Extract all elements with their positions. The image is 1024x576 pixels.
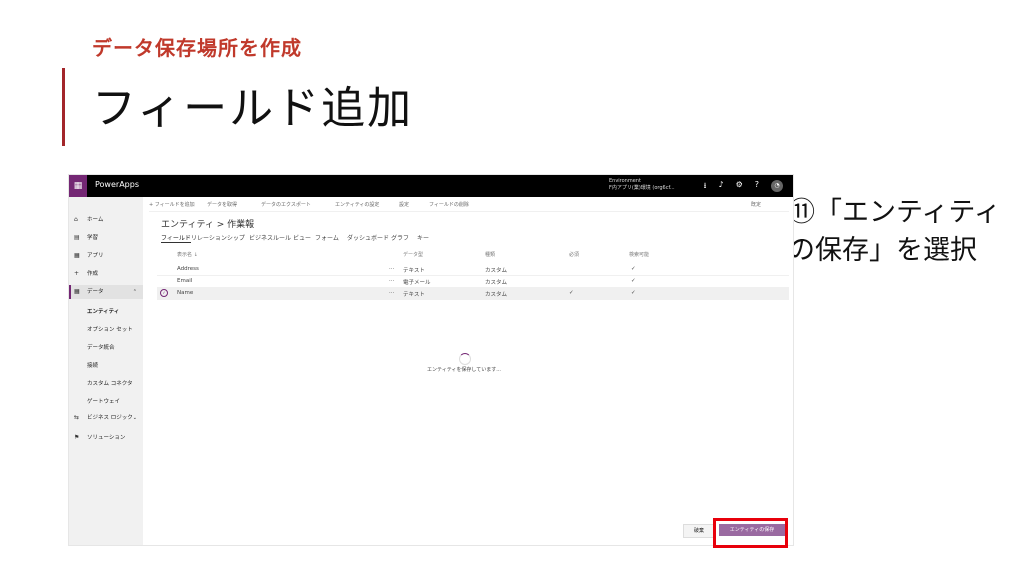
more-icon[interactable]: ⋯ — [389, 290, 395, 296]
field-required: ✓ — [569, 290, 574, 296]
sidebar-item-home[interactable]: ⌂ ホーム — [69, 213, 143, 227]
view-selector[interactable]: 既定 — [751, 201, 761, 208]
column-header-searchable[interactable]: 検索可能 — [629, 251, 649, 258]
tab-views[interactable]: ビュー — [293, 233, 311, 242]
field-searchable: ✓ — [631, 278, 636, 284]
breadcrumb[interactable]: エンティティ > 作業報 — [161, 217, 254, 230]
tab-forms[interactable]: フォーム — [315, 233, 339, 242]
help-icon[interactable]: ? — [755, 180, 759, 194]
sidebar-sub-custom-connectors[interactable]: カスタム コネクタ — [87, 379, 133, 387]
bell-icon[interactable]: ♪ — [718, 180, 723, 194]
sidebar-sub-gateways[interactable]: ゲートウェイ — [87, 397, 120, 405]
app-name: PowerApps — [95, 180, 139, 189]
sidebar-item-solutions[interactable]: ⚑ ソリューション — [69, 431, 143, 445]
powerapps-screenshot: ▦ PowerApps Environment F内アプリ(業)環境 (org6… — [68, 174, 794, 546]
column-header-type[interactable]: 種類 — [485, 251, 495, 258]
slide-subtitle: データ保存場所を作成 — [92, 36, 302, 60]
export-data-button[interactable]: データのエクスポート — [261, 201, 311, 208]
tab-keys[interactable]: キー — [417, 233, 429, 242]
tab-business-rules[interactable]: ビジネスルール — [249, 233, 291, 242]
entity-settings-button[interactable]: エンティティの設定 — [335, 201, 379, 208]
chevron-down-icon: ⌄ — [132, 415, 137, 421]
column-header-data-type[interactable]: データ型 — [403, 251, 423, 258]
loading-spinner-icon — [459, 353, 471, 365]
delete-field-button[interactable]: フィールドの削除 — [429, 201, 469, 208]
add-field-button[interactable]: + フィールドを追加 — [149, 201, 195, 208]
sidebar-item-data[interactable]: ▦ データ ⌃ — [69, 285, 143, 299]
chevron-up-icon: ⌃ — [132, 289, 137, 295]
command-bar: + フィールドを追加 データを取得 データのエクスポート エンティティの設定 設… — [149, 197, 789, 212]
slide-title: フィールド追加 — [92, 83, 414, 134]
plus-icon: + — [74, 270, 80, 277]
gear-icon[interactable]: ⚙ — [736, 180, 743, 194]
tab-fields[interactable]: フィールド — [161, 233, 191, 243]
field-searchable: ✓ — [631, 266, 636, 272]
field-name: Name — [177, 290, 194, 296]
row-select-checkbox[interactable]: ✓ — [160, 289, 168, 297]
sidebar-item-create[interactable]: + 作成 — [69, 267, 143, 281]
sidebar-sub-entities[interactable]: エンティティ — [87, 307, 119, 315]
apps-icon: ▦ — [74, 252, 80, 259]
saving-status: エンティティを保存しています... — [427, 367, 502, 373]
sidebar-item-business-logic[interactable]: ⇆ ビジネス ロジック ⌄ — [69, 411, 143, 425]
field-name: Email — [177, 278, 193, 284]
instruction-annotation: ⑪「エンティティの保存」を選択 — [788, 197, 1001, 266]
field-type: テキスト — [403, 292, 425, 298]
avatar[interactable]: ◔ — [771, 180, 783, 192]
slide-accent-bar — [62, 68, 65, 146]
sidebar-sub-data-integration[interactable]: データ統合 — [87, 343, 115, 351]
field-type: 電子メール — [403, 280, 431, 286]
highlight-box — [713, 518, 788, 548]
tab-relationships[interactable]: リレーションシップ — [191, 233, 245, 242]
tab-charts[interactable]: グラフ — [391, 233, 409, 242]
field-kind: カスタム — [485, 292, 508, 298]
tab-dashboards[interactable]: ダッシュボード — [347, 233, 389, 242]
flag-icon: ⚑ — [74, 434, 80, 441]
get-data-button[interactable]: データを取得 — [207, 201, 237, 208]
discard-button[interactable]: 破棄 — [683, 524, 715, 538]
column-header-display-name[interactable]: 表示名 ↓ — [177, 251, 198, 258]
table-row[interactable]: ✓ Name ⋯ テキスト カスタム ✓ ✓ — [157, 287, 789, 300]
environment-selector[interactable]: Environment F内アプリ(業)環境 (org6cf... — [609, 178, 675, 192]
field-type: テキスト — [403, 268, 425, 274]
flow-icon: ⇆ — [74, 414, 80, 421]
more-icon[interactable]: ⋯ — [389, 278, 395, 284]
sidebar: ⌂ ホーム ▤ 学習 ▦ アプリ + 作成 ▦ データ ⌃ エンティティ オプシ… — [69, 197, 143, 545]
field-searchable: ✓ — [631, 290, 636, 296]
sidebar-sub-connections[interactable]: 接続 — [87, 361, 98, 369]
settings-button[interactable]: 設定 — [399, 201, 409, 208]
field-kind: カスタム — [485, 280, 508, 286]
top-bar: ▦ PowerApps Environment F内アプリ(業)環境 (org6… — [69, 175, 793, 197]
column-header-required[interactable]: 必須 — [569, 251, 579, 258]
field-name: Address — [177, 266, 199, 272]
waffle-icon[interactable]: ▦ — [69, 175, 87, 197]
download-icon[interactable]: ⭳ — [704, 180, 707, 194]
more-icon[interactable]: ⋯ — [389, 266, 395, 272]
field-kind: カスタム — [485, 268, 508, 274]
book-icon: ▤ — [74, 234, 80, 241]
sidebar-item-learn[interactable]: ▤ 学習 — [69, 231, 143, 245]
home-icon: ⌂ — [74, 216, 78, 223]
sidebar-sub-option-sets[interactable]: オプション セット — [87, 325, 133, 333]
database-icon: ▦ — [74, 288, 80, 295]
sidebar-item-apps[interactable]: ▦ アプリ — [69, 249, 143, 263]
